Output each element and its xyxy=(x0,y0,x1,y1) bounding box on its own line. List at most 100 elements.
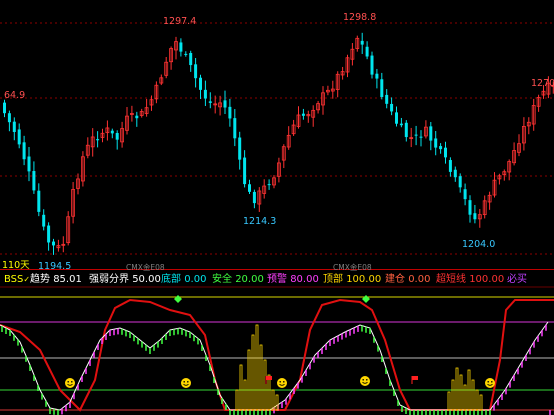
candle-body-down xyxy=(463,189,467,200)
candle-body-down xyxy=(37,190,41,212)
candle-body-down xyxy=(194,64,198,79)
candle-body-down xyxy=(135,115,139,119)
smiley-eye xyxy=(67,381,69,383)
candle-body-down xyxy=(52,241,55,246)
candle-body-down xyxy=(370,55,374,75)
candle-body-down xyxy=(429,126,433,141)
smiley-eye xyxy=(71,381,73,383)
candle-body-down xyxy=(110,130,114,134)
candle-body-down xyxy=(199,77,202,90)
smiley-eye xyxy=(491,381,493,383)
candlestick-chart[interactable] xyxy=(0,0,554,270)
candle-body-down xyxy=(184,53,188,55)
candle-body-down xyxy=(3,102,6,114)
yellow-histogram-bar xyxy=(447,391,451,411)
candle-body-down xyxy=(468,200,472,215)
yellow-histogram-bar xyxy=(263,359,267,411)
smiley-eye xyxy=(183,381,185,383)
yellow-histogram-bar xyxy=(479,394,483,411)
candle-body-down xyxy=(375,73,379,79)
signal-diamond-icon xyxy=(174,295,182,303)
candle-body-down xyxy=(301,113,305,116)
flag-icon xyxy=(411,376,418,384)
smiley-eye xyxy=(487,381,490,383)
candle-body-down xyxy=(203,89,207,99)
yellow-histogram-bar xyxy=(459,374,463,411)
candle-body-down xyxy=(7,113,11,123)
smiley-eye xyxy=(283,381,285,383)
smiley-eye xyxy=(366,379,368,381)
candle-body-down xyxy=(458,176,462,188)
smiley-face xyxy=(360,376,370,386)
candle-body-down xyxy=(32,171,36,191)
trend-line xyxy=(0,298,554,412)
candle-body-down xyxy=(444,147,447,158)
yellow-histogram-bar xyxy=(239,364,243,411)
candle-body-down xyxy=(453,169,457,178)
candle-body-down xyxy=(399,123,403,126)
candle-body-down xyxy=(248,184,251,192)
candle-body-down xyxy=(12,121,16,132)
candle-body-down xyxy=(179,42,183,52)
price-chart-panel[interactable]: 64.9 1297.4 1298.8 1270 1214.3 1194.5 12… xyxy=(0,0,554,272)
candle-body-down xyxy=(115,133,119,140)
price-high-label-left: 64.9 xyxy=(4,90,26,101)
smiley-face xyxy=(485,378,495,388)
yellow-histogram-bar xyxy=(235,389,239,411)
candle-body-down xyxy=(243,157,247,185)
candle-body-down xyxy=(390,103,394,112)
candle-body-down xyxy=(252,191,256,204)
smiley-eye xyxy=(362,379,365,381)
yellow-histogram-bar xyxy=(275,394,279,411)
candle-body-down xyxy=(228,106,232,119)
candle-body-down xyxy=(189,52,193,66)
smiley-face xyxy=(65,378,75,388)
candle-body-down xyxy=(380,79,384,97)
candle-body-down xyxy=(238,137,242,160)
price-high-label-right: 1270 xyxy=(531,78,554,89)
indicator-panel[interactable]: BSS✓ 趋势 85.01 强弱分界 50.00 底部 0.00 安全 20.0… xyxy=(0,270,554,415)
candle-body-down xyxy=(473,213,477,220)
candle-body-down xyxy=(208,101,212,103)
smiley-eye xyxy=(187,381,189,383)
candle-body-down xyxy=(439,146,443,150)
candle-body-down xyxy=(448,160,452,172)
candle-body-down xyxy=(395,112,398,124)
smiley-eye xyxy=(279,381,282,383)
price-high-label-1: 1297.4 xyxy=(163,16,197,27)
price-high-label-2: 1298.8 xyxy=(343,12,377,23)
smiley-icon xyxy=(360,376,370,386)
candle-body-down xyxy=(27,156,31,172)
chart-window: 64.9 1297.4 1298.8 1270 1214.3 1194.5 12… xyxy=(0,0,554,415)
yellow-histogram-bar xyxy=(259,344,263,411)
yellow-histogram-bar xyxy=(243,379,247,411)
yellow-histogram-bar xyxy=(463,384,467,411)
yellow-histogram-bar xyxy=(255,324,259,411)
yellow-histogram-bar xyxy=(271,389,275,411)
candle-body-down xyxy=(22,142,26,160)
yellow-histogram-bar xyxy=(247,349,251,411)
price-low-label-1: 1214.3 xyxy=(243,216,277,227)
bss-indicator-chart[interactable] xyxy=(0,270,554,415)
smiley-icon xyxy=(181,378,191,388)
candle-body-down xyxy=(414,134,418,136)
yellow-histogram-bar xyxy=(475,389,479,411)
candle-body-down xyxy=(434,138,438,148)
candle-body-down xyxy=(360,40,364,45)
yellow-histogram-bar xyxy=(471,379,475,411)
yellow-histogram-bar xyxy=(455,367,459,411)
yellow-histogram-bar xyxy=(267,374,271,411)
candle-body-down xyxy=(96,139,100,141)
flag-body xyxy=(266,376,272,380)
signal-diamond-icon xyxy=(362,295,370,303)
candle-body-down xyxy=(223,100,227,108)
candle-body-down xyxy=(233,118,237,139)
candle-body-down xyxy=(47,225,51,243)
smiley-icon xyxy=(277,378,287,388)
candle-body-down xyxy=(385,94,389,104)
smiley-face xyxy=(181,378,191,388)
candle-body-down xyxy=(419,136,423,138)
smiley-icon xyxy=(485,378,495,388)
candle-body-down xyxy=(365,46,369,57)
smiley-icon xyxy=(65,378,75,388)
